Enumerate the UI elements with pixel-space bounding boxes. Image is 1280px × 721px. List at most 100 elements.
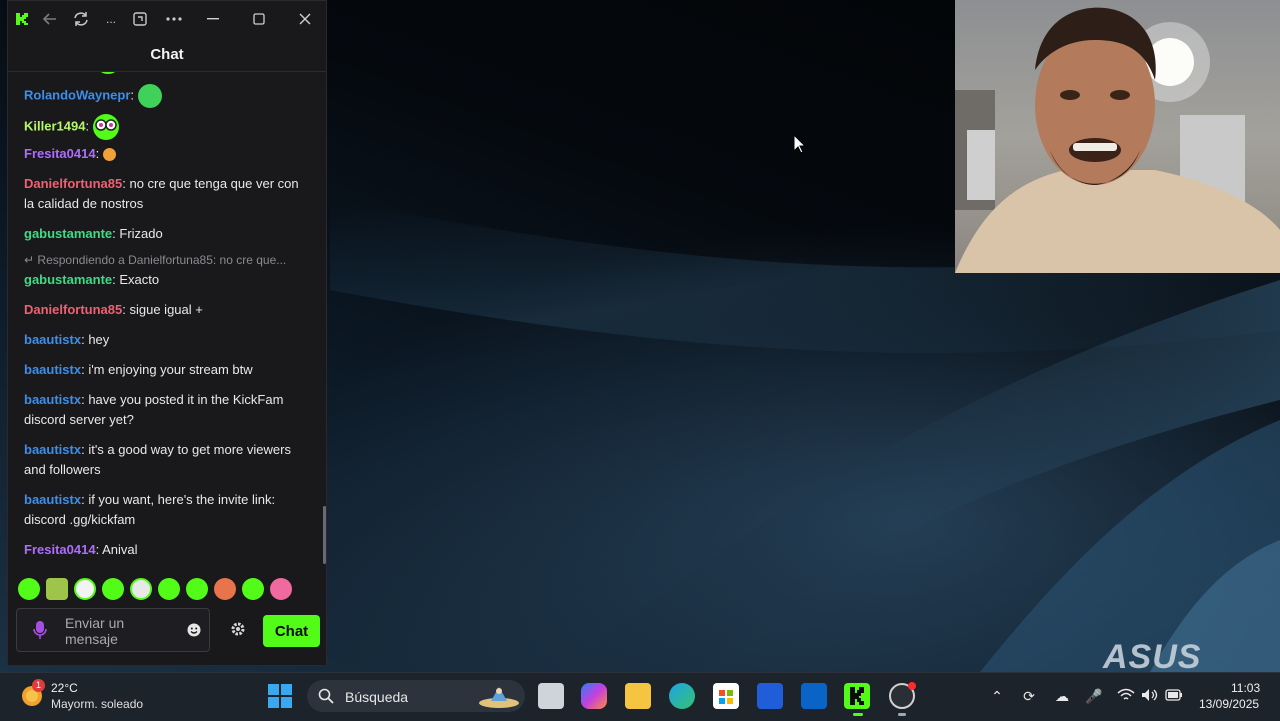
message-text: hey — [84, 332, 110, 347]
chat-message: gabustamante: Exacto — [24, 270, 304, 290]
message-separator: : — [130, 87, 135, 103]
message-separator: : — [85, 118, 90, 134]
weather-notification-badge: 1 — [32, 679, 45, 692]
microphone-tray-icon[interactable]: 🎤 — [1085, 688, 1103, 706]
chat-username[interactable]: baautistx — [24, 442, 81, 457]
emote-9-icon[interactable] — [242, 578, 264, 600]
clock-date[interactable]: 13/09/2025 — [1199, 697, 1259, 711]
chat-message: Killer1494: — [24, 114, 304, 140]
back-arrow-icon[interactable] — [38, 9, 60, 29]
big-green-emote-icon[interactable] — [137, 84, 162, 108]
emote-7-icon[interactable] — [186, 578, 208, 600]
chat-message: RolandoWaynepr: — [24, 84, 304, 108]
emote-heart-eyes-icon[interactable] — [270, 578, 292, 600]
chat-username[interactable]: gabustamante — [24, 226, 112, 241]
onedrive-cloud-icon[interactable]: ☁ — [1053, 688, 1071, 706]
chat-input-box[interactable] — [16, 608, 210, 652]
battery-charging-icon[interactable] — [1165, 688, 1183, 706]
copilot-icon[interactable] — [581, 683, 607, 709]
chat-username[interactable]: Danielfortuna85 — [24, 302, 122, 317]
message-text: Anival — [99, 542, 138, 557]
chat-window: ... Chat RolandoWaynepr: Killer1494: Fre… — [7, 0, 327, 666]
chat-username[interactable]: baautistx — [24, 392, 81, 407]
search-input[interactable] — [343, 686, 467, 708]
emote-2-icon[interactable] — [46, 578, 68, 600]
screen-share-icon[interactable] — [129, 9, 151, 29]
chat-message: Danielfortuna85: sigue igual + — [24, 300, 304, 320]
emote-5-icon[interactable] — [130, 578, 152, 600]
message-text: sigue igual + — [125, 302, 203, 317]
quick-emote-bar — [18, 578, 292, 604]
chat-settings-gear-icon[interactable] — [230, 621, 248, 639]
obs-running-indicator — [898, 713, 906, 716]
message-text: Frizado — [115, 226, 163, 241]
chat-message: Danielfortuna85: no cre que tenga que ve… — [24, 174, 304, 214]
minimize-icon[interactable] — [202, 9, 224, 29]
emote-goggles-icon[interactable] — [74, 578, 96, 600]
chat-username[interactable]: gabustamante — [24, 272, 112, 287]
kick-app-icon[interactable] — [844, 683, 870, 709]
microphone-icon[interactable] — [33, 620, 47, 640]
chat-message: baautistx: i'm enjoying your stream btw — [24, 360, 304, 380]
chat-username[interactable]: Fresita0414 — [24, 542, 96, 557]
chat-message: baautistx: have you posted it in the Kic… — [24, 390, 304, 430]
chat-header-title: Chat — [8, 37, 326, 72]
refresh-icon[interactable] — [70, 9, 92, 29]
chat-username[interactable]: Fresita0414 — [24, 146, 96, 161]
weather-temperature[interactable]: 22°C — [51, 681, 78, 695]
chat-username[interactable]: baautistx — [24, 362, 81, 377]
taskbar-search-bar[interactable] — [307, 680, 525, 712]
edge-browser-icon[interactable] — [669, 683, 695, 709]
outlook-icon[interactable] — [801, 683, 827, 709]
volume-icon[interactable] — [1141, 688, 1159, 706]
asus-logo: ASUS — [1103, 638, 1202, 672]
sync-icon[interactable]: ⟳ — [1020, 688, 1038, 706]
chat-message: Fresita0414: — [24, 144, 304, 164]
wifi-icon[interactable] — [1117, 688, 1135, 706]
chat-username[interactable]: baautistx — [24, 332, 81, 347]
reply-context[interactable]: ↵ Respondiendo a Danielfortuna85: no cre… — [24, 253, 314, 267]
mouse-cursor-icon — [793, 134, 807, 154]
message-separator: : — [95, 146, 100, 161]
message-text: i'm enjoying your stream btw — [84, 362, 253, 377]
emote-1-icon[interactable] — [18, 578, 40, 600]
search-icon — [318, 688, 334, 704]
search-highlight-illustration-icon — [479, 687, 519, 708]
reply-arrow-icon: ↵ — [24, 253, 35, 267]
webcam-feed — [955, 0, 1280, 273]
file-explorer-icon[interactable] — [625, 683, 651, 709]
kick-logo-icon[interactable] — [11, 9, 33, 29]
chat-message: baautistx: hey — [24, 330, 304, 350]
chat-message-input[interactable] — [65, 615, 175, 649]
task-view-icon[interactable] — [538, 683, 564, 709]
asus-myasus-icon[interactable] — [757, 683, 783, 709]
chat-username[interactable]: Danielfortuna85 — [24, 176, 122, 191]
chat-username[interactable]: Killer1494 — [24, 118, 85, 133]
chat-scrollbar[interactable] — [323, 506, 326, 564]
extensions-menu-icon[interactable]: ... — [100, 9, 122, 29]
emote-6-icon[interactable] — [158, 578, 180, 600]
more-options-icon[interactable] — [163, 9, 185, 29]
close-icon[interactable] — [294, 9, 316, 29]
maximize-icon[interactable] — [248, 9, 270, 29]
chat-message: baautistx: if you want, here's the invit… — [24, 490, 304, 530]
clock-time[interactable]: 11:03 — [1231, 681, 1260, 695]
windows-start-icon[interactable] — [268, 684, 292, 708]
emote-8-icon[interactable] — [214, 578, 236, 600]
weather-condition[interactable]: Mayorm. soleado — [51, 697, 143, 711]
show-hidden-icons-chevron-icon[interactable]: ⌃ — [988, 688, 1006, 706]
chat-username[interactable]: baautistx — [24, 492, 81, 507]
send-chat-button[interactable]: Chat — [263, 615, 320, 647]
emote-4-icon[interactable] — [102, 578, 124, 600]
small-face-emote-icon[interactable] — [102, 148, 116, 162]
chat-username[interactable]: RolandoWaynepr — [24, 87, 130, 102]
chat-message: Fresita0414: Anival — [24, 540, 304, 560]
recording-indicator-icon — [908, 682, 916, 690]
goggles-emote-icon[interactable] — [92, 114, 119, 140]
window-titlebar: ... — [8, 1, 326, 37]
emoji-picker-icon[interactable] — [187, 623, 201, 637]
partial-emote-icon — [100, 72, 116, 74]
kick-running-indicator — [853, 713, 863, 716]
chat-message-list[interactable]: RolandoWaynepr: Killer1494: Fresita0414:… — [8, 72, 324, 572]
microsoft-store-icon[interactable] — [713, 683, 739, 709]
